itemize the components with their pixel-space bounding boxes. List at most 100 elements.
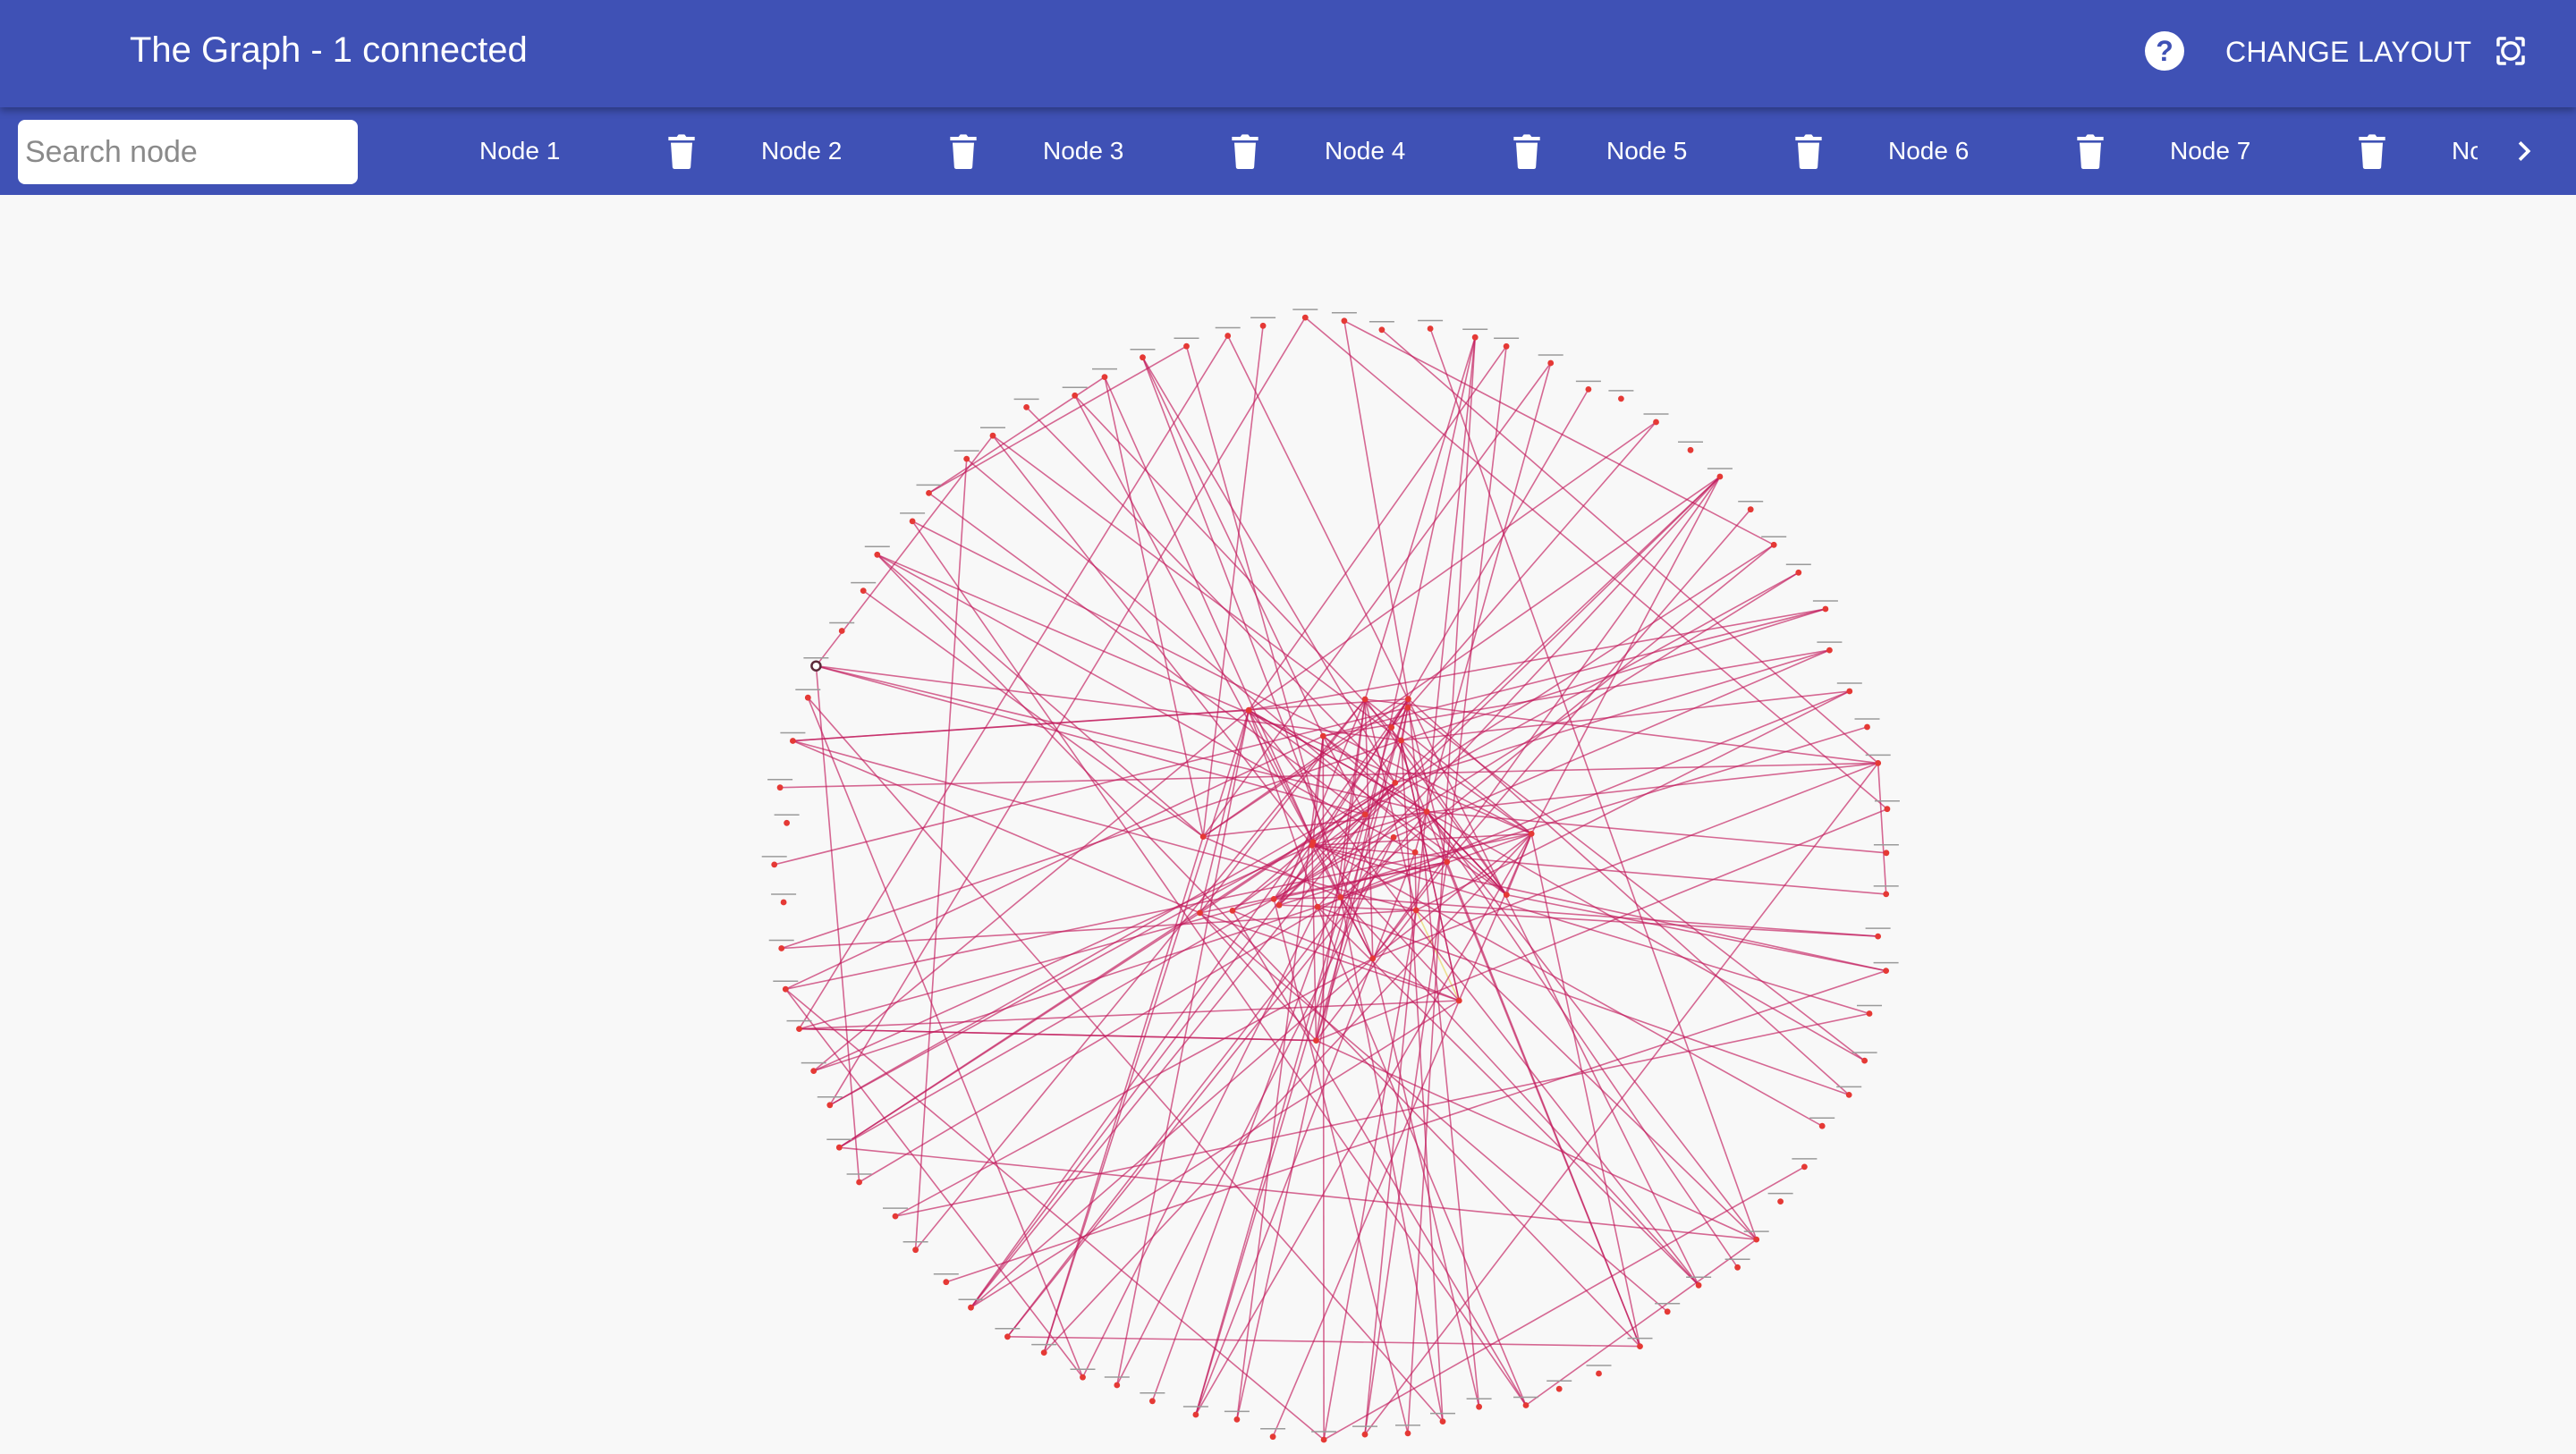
graph-node[interactable] [1275,901,1283,909]
graph-node[interactable] [968,1304,974,1311]
graph-node[interactable] [1528,831,1535,837]
graph-node[interactable] [1388,724,1395,731]
graph-node[interactable] [856,1179,862,1186]
chevron-right-icon[interactable] [2504,131,2544,171]
graph-node[interactable] [1875,933,1882,940]
graph-node[interactable] [1846,688,1853,695]
graph-node[interactable] [1404,704,1411,711]
trash-icon[interactable] [2076,133,2105,169]
graph-node[interactable] [912,1247,919,1254]
graph-node[interactable] [835,1144,843,1151]
graph-node[interactable] [1653,418,1659,426]
graph-node[interactable] [1818,1122,1826,1129]
graph-canvas[interactable] [0,195,2576,1454]
graph-node[interactable] [1309,839,1317,845]
graph-node[interactable] [892,1213,899,1220]
graph-node[interactable] [1301,314,1309,321]
graph-node[interactable] [1734,1264,1741,1271]
graph-node[interactable] [1547,359,1555,367]
graph-node[interactable] [810,660,822,672]
graph-node[interactable] [1585,386,1592,393]
graph-node[interactable] [796,1026,802,1032]
graph-node[interactable] [1423,808,1430,816]
node-tab[interactable]: Node 8 [2384,107,2478,195]
graph-node[interactable] [1753,1236,1760,1243]
graph-node[interactable] [804,694,811,701]
graph-node[interactable] [1439,1418,1446,1424]
search-node-input[interactable] [18,120,358,184]
graph-node[interactable] [1455,997,1462,1004]
graph-node[interactable] [1404,1430,1411,1437]
graph-node[interactable] [1864,723,1870,731]
graph-node[interactable] [1369,955,1377,962]
graph-node[interactable] [780,899,787,906]
node-tab[interactable]: Node 2 [693,107,978,195]
graph-node[interactable] [1378,326,1385,334]
graph-node[interactable] [1471,334,1479,341]
graph-node[interactable] [1618,395,1624,402]
graph-node[interactable] [1412,907,1419,914]
graph-node[interactable] [1405,696,1411,703]
graph-node[interactable] [1883,968,1890,974]
graph-node[interactable] [1361,811,1368,818]
node-tab[interactable]: Node 5 [1538,107,1823,195]
graph-node[interactable] [1337,894,1344,900]
graph-node[interactable] [1777,1198,1784,1205]
graph-node[interactable] [1427,325,1434,332]
graph-node[interactable] [1392,780,1399,786]
graph-node[interactable] [1390,834,1397,841]
graph-node[interactable] [1199,833,1207,840]
graph-node[interactable] [860,588,867,594]
graph-node[interactable] [1080,1374,1086,1381]
graph-node[interactable] [1883,850,1890,857]
graph-node[interactable] [1183,342,1190,350]
graph-node[interactable] [1224,333,1232,339]
graph-node[interactable] [1555,1385,1563,1392]
graph-node[interactable] [1861,1057,1868,1064]
graph-node[interactable] [810,1068,818,1074]
graph-node[interactable] [1192,1411,1199,1418]
graph-node[interactable] [1040,1349,1047,1356]
graph-node[interactable] [1245,706,1252,714]
node-tab[interactable]: Node 1 [411,107,695,195]
trash-icon[interactable] [949,133,978,169]
graph-node[interactable] [778,945,785,951]
graph-node[interactable] [1664,1308,1671,1315]
graph-node[interactable] [1444,858,1451,866]
graph-node[interactable] [1747,506,1754,513]
graph-node[interactable] [790,738,796,744]
trash-icon[interactable] [1794,133,1823,169]
graph-node[interactable] [1522,1402,1530,1408]
graph-node[interactable] [943,1279,950,1286]
graph-node[interactable] [1270,896,1277,902]
graph-node[interactable] [1398,737,1404,744]
graph-node[interactable] [771,861,778,868]
graph-node[interactable] [1149,1398,1156,1405]
graph-node[interactable] [1503,342,1510,350]
graph-node[interactable] [826,1102,834,1109]
graph-node[interactable] [1269,1433,1276,1441]
node-tab[interactable]: Node 7 [2102,107,2386,195]
graph-node[interactable] [1072,392,1079,399]
graph-node[interactable] [1637,1343,1643,1349]
graph-node[interactable] [1596,1370,1602,1377]
graph-node[interactable] [1259,322,1267,329]
graph-node[interactable] [874,551,881,558]
trash-icon[interactable] [2358,133,2386,169]
graph-node[interactable] [1845,1092,1852,1098]
graph-node[interactable] [1229,908,1236,914]
graph-node[interactable] [1687,446,1694,453]
graph-node[interactable] [1101,374,1108,380]
graph-node[interactable] [1883,891,1890,898]
graph-node[interactable] [1004,1333,1011,1340]
change-layout-button[interactable]: CHANGE LAYOUT [2209,23,2487,80]
graph-node[interactable] [1233,1416,1241,1423]
graph-node[interactable] [1197,909,1203,917]
graph-node[interactable] [1313,1037,1319,1044]
graph-node[interactable] [1884,806,1891,813]
trash-icon[interactable] [1231,133,1259,169]
graph-node[interactable] [1826,647,1833,654]
graph-node[interactable] [1695,1281,1702,1289]
graph-node[interactable] [1411,849,1419,856]
graph-node[interactable] [1795,569,1802,576]
